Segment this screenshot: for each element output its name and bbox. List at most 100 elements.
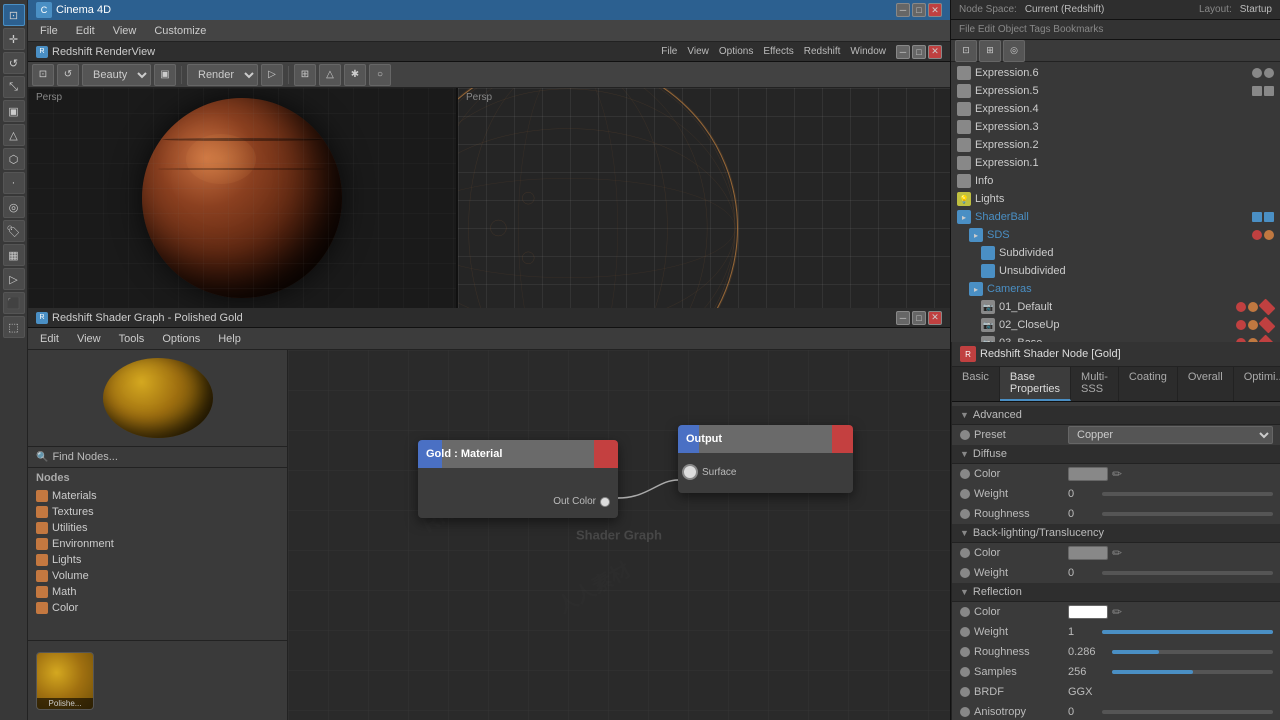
tb-refresh[interactable]: ↺ [57,64,79,86]
shader-menu-options[interactable]: Options [154,331,208,347]
shader-minimize[interactable]: ─ [896,311,910,325]
tb-perspective[interactable]: ⊡ [32,64,54,86]
refl-samples-slider[interactable] [1112,670,1273,674]
node-volume[interactable]: Volume [28,568,287,584]
render-maximize[interactable]: □ [912,45,926,59]
icon-tag[interactable]: 🏷 [3,220,25,242]
icon-camera[interactable]: ⊡ [3,4,25,26]
tree-cam-closeup[interactable]: 📷 02_CloseUp [953,316,1278,334]
render-menu-window[interactable]: Window [850,46,886,57]
render-menu-redshift[interactable]: Redshift [804,46,841,57]
backlighting-header[interactable]: ▼ Back-lighting/Translucency [952,524,1280,543]
tree-cam-default[interactable]: 📷 01_Default [953,298,1278,316]
wire-viewport[interactable]: Persp [458,88,950,308]
bl-weight-slider[interactable] [1102,571,1273,575]
icon-scale[interactable]: ⤡ [3,76,25,98]
tree-cameras[interactable]: ▸ Cameras [953,280,1278,298]
shader-close[interactable]: ✕ [928,311,942,325]
icon-layer[interactable]: ▦ [3,244,25,266]
menu-edit[interactable]: Edit [68,23,103,39]
render-menu-effects[interactable]: Effects [763,46,793,57]
tb-tag2[interactable]: ✱ [344,64,366,86]
tree-expression4[interactable]: Expression.4 [953,100,1278,118]
refl-color-edit[interactable]: ✏ [1112,605,1122,619]
anisotropy-slider[interactable] [1102,710,1273,714]
tree-expression2[interactable]: Expression.2 [953,136,1278,154]
diffuse-header[interactable]: ▼ Diffuse [952,445,1280,464]
tb-circle[interactable]: ○ [369,64,391,86]
render-dropdown[interactable]: Render [187,64,258,86]
icon-rotate[interactable]: ↺ [3,52,25,74]
render-close[interactable]: ✕ [928,45,942,59]
close-button[interactable]: ✕ [928,3,942,17]
render-minimize[interactable]: ─ [896,45,910,59]
diffuse-color-swatch[interactable] [1068,467,1108,481]
icon-render2[interactable]: ⬛ [3,292,25,314]
menu-customize[interactable]: Customize [146,23,214,39]
scene-tb-3[interactable]: ◎ [1003,40,1025,62]
shader-menu-tools[interactable]: Tools [111,331,153,347]
icon-anim[interactable]: ▷ [3,268,25,290]
tree-subdivided[interactable]: Subdivided [953,244,1278,262]
tree-expression6[interactable]: Expression.6 [953,64,1278,82]
tb-ipr[interactable]: ▷ [261,64,283,86]
tree-expression5[interactable]: Expression.5 [953,82,1278,100]
reflection-header[interactable]: ▼ Reflection [952,583,1280,602]
tree-expression1[interactable]: Expression.1 [953,154,1278,172]
icon-object[interactable]: ⬚ [3,316,25,338]
advanced-header[interactable]: ▼ Advanced [952,406,1280,425]
shader-menu-edit[interactable]: Edit [32,331,67,347]
maximize-button[interactable]: □ [912,3,926,17]
tab-base-properties[interactable]: Base Properties [1000,367,1071,401]
icon-point[interactable]: · [3,172,25,194]
tab-multi-sss[interactable]: Multi-SSS [1071,367,1119,401]
tab-coating[interactable]: Coating [1119,367,1178,401]
tab-overall[interactable]: Overall [1178,367,1234,401]
preview-gold[interactable]: Polishe... [36,652,94,710]
refl-color-swatch[interactable] [1068,605,1108,619]
tb-region[interactable]: ▣ [154,64,176,86]
icon-edge[interactable]: ⬡ [3,148,25,170]
node-materials[interactable]: Materials [28,488,287,504]
tree-sds[interactable]: ▸ SDS [953,226,1278,244]
tab-basic[interactable]: Basic [952,367,1000,401]
output-node[interactable]: Output Surface [678,425,853,493]
beauty-dropdown[interactable]: Beauty [82,64,151,86]
diffuse-roughness-slider[interactable] [1102,512,1273,516]
tree-expression3[interactable]: Expression.3 [953,118,1278,136]
render-menu-file[interactable]: File [661,46,677,57]
gold-material-node[interactable]: Gold : Material Out Color [418,440,618,518]
tree-cam-base[interactable]: 📷 03_Base [953,334,1278,342]
tb-wire[interactable]: △ [319,64,341,86]
menu-view[interactable]: View [105,23,145,39]
bl-color-swatch[interactable] [1068,546,1108,560]
minimize-button[interactable]: ─ [896,3,910,17]
diffuse-weight-slider[interactable] [1102,492,1273,496]
tab-optimi[interactable]: Optimi... [1234,367,1280,401]
shader-menu-view[interactable]: View [69,331,109,347]
preset-dropdown[interactable]: Copper Gold Silver [1068,426,1273,444]
icon-select[interactable]: ▣ [3,100,25,122]
icon-material[interactable]: ◎ [3,196,25,218]
node-color[interactable]: Color [28,600,287,616]
tree-unsubdivided[interactable]: Unsubdivided [953,262,1278,280]
node-textures[interactable]: Textures [28,504,287,520]
tree-info[interactable]: Info [953,172,1278,190]
node-utilities[interactable]: Utilities [28,520,287,536]
diffuse-color-edit[interactable]: ✏ [1112,467,1122,481]
render-viewport[interactable]: Persp [28,88,458,308]
tree-lights[interactable]: 💡 Lights [953,190,1278,208]
shader-menu-help[interactable]: Help [210,331,249,347]
scene-tb-2[interactable]: ⊞ [979,40,1001,62]
bl-color-edit[interactable]: ✏ [1112,546,1122,560]
render-menu-options[interactable]: Options [719,46,753,57]
icon-move[interactable]: ✛ [3,28,25,50]
refl-roughness-slider[interactable] [1112,650,1273,654]
node-environment[interactable]: Environment [28,536,287,552]
icon-poly[interactable]: △ [3,124,25,146]
refl-weight-slider[interactable] [1102,630,1273,634]
tb-grid[interactable]: ⊞ [294,64,316,86]
node-math[interactable]: Math [28,584,287,600]
node-lights[interactable]: Lights [28,552,287,568]
tree-shaderball[interactable]: ▸ ShaderBall [953,208,1278,226]
